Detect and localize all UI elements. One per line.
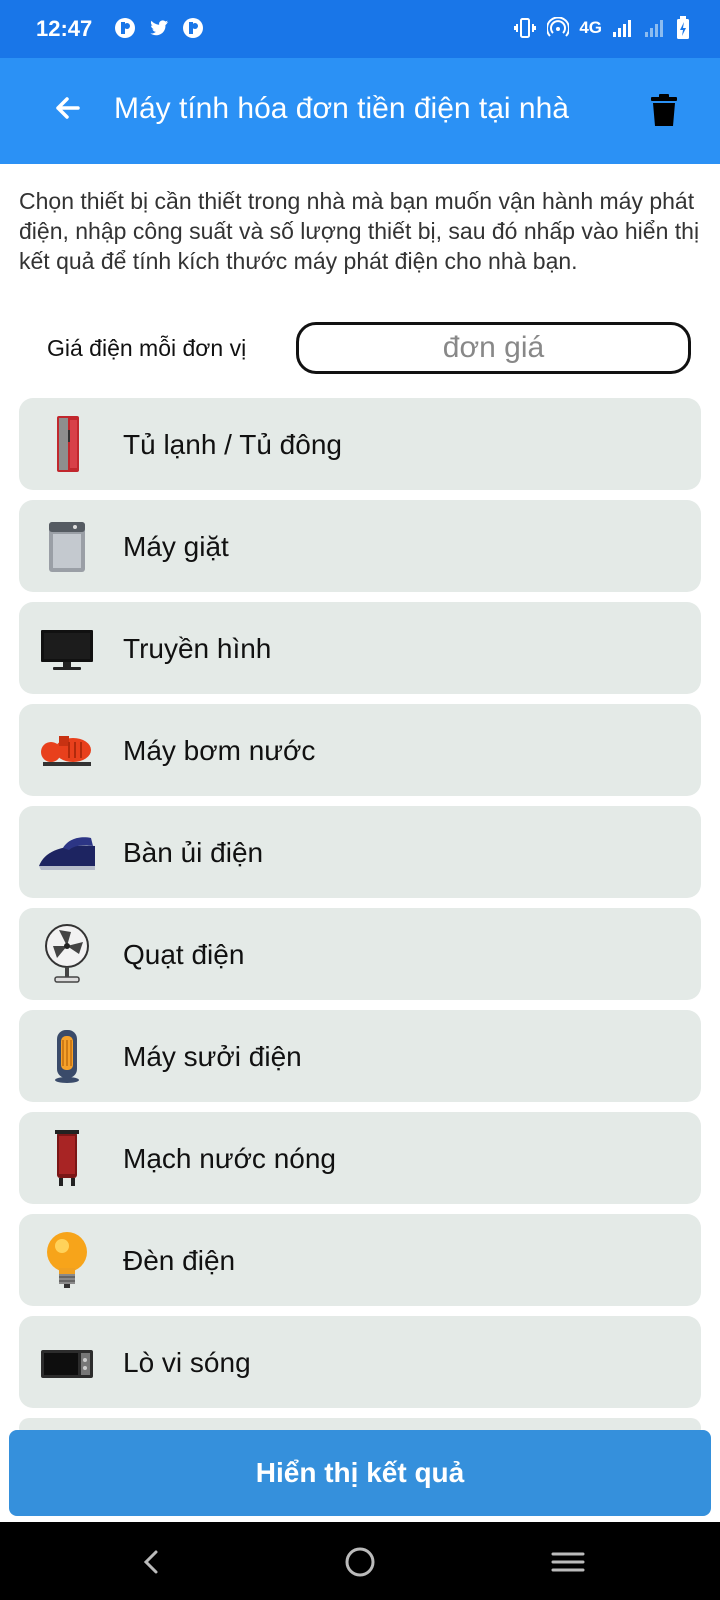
notification-icons	[114, 17, 204, 39]
trash-icon[interactable]	[650, 94, 678, 126]
appliance-label: Máy sưởi điện	[123, 1041, 302, 1072]
system-nav-bar	[0, 1522, 720, 1600]
vibrate-icon	[514, 18, 537, 38]
light-bulb-icon	[47, 1232, 87, 1288]
appliance-item-water-pump[interactable]: Máy bơm nước	[19, 704, 701, 796]
app-bar: Máy tính hóa đơn tiền điện tại nhà	[0, 58, 720, 164]
appliance-label: Máy giặt	[123, 531, 229, 562]
battery-charging-icon	[677, 16, 689, 39]
fridge-icon	[57, 416, 79, 472]
unit-price-input[interactable]	[296, 322, 691, 374]
signal-weak-icon	[645, 20, 663, 37]
status-time: 12:47	[36, 16, 93, 41]
heater-icon	[55, 1030, 79, 1083]
hotspot-icon	[547, 17, 570, 37]
notification-app-icon	[182, 17, 204, 39]
unit-price-row: Giá điện mỗi đơn vị	[0, 322, 720, 374]
water-heater-icon	[55, 1130, 79, 1186]
show-results-button[interactable]: Hiển thị kết quả	[9, 1430, 711, 1516]
appliance-item-water-heater[interactable]: Mạch nước nóng	[19, 1112, 701, 1204]
nav-recents-icon[interactable]	[548, 1542, 588, 1582]
signal-icon	[613, 20, 631, 37]
status-bar: 12:47 4G	[0, 0, 720, 58]
appliance-item-iron[interactable]: Bàn ủi điện	[19, 806, 701, 898]
appliance-item-light-bulb[interactable]: Đèn điện	[19, 1214, 701, 1306]
nav-back-icon[interactable]	[132, 1542, 172, 1582]
appliance-item-microwave[interactable]: Lò vi sóng	[19, 1316, 701, 1408]
appliance-label: Bàn ủi điện	[123, 837, 264, 868]
appliance-label: Lò vi sóng	[123, 1347, 251, 1378]
appliance-item-tv[interactable]: Truyền hình	[19, 602, 701, 694]
nav-home-icon[interactable]	[340, 1542, 380, 1582]
appliance-list: Tủ lạnh / Tủ đông Máy giặt Truyền hình M…	[19, 398, 701, 1448]
back-arrow-icon[interactable]	[48, 88, 88, 128]
appliance-item-fan[interactable]: Quạt điện	[19, 908, 701, 1000]
appliance-item-heater[interactable]: Máy sưởi điện	[19, 1010, 701, 1102]
network-type: 4G	[579, 18, 602, 37]
appliance-label: Máy bơm nước	[123, 735, 316, 766]
iron-icon	[39, 837, 95, 870]
appliance-item-fridge[interactable]: Tủ lạnh / Tủ đông	[19, 398, 701, 490]
appliance-label: Mạch nước nóng	[123, 1143, 336, 1174]
tv-icon	[41, 630, 93, 670]
water-pump-icon	[41, 736, 91, 766]
fan-icon	[45, 924, 89, 983]
appliance-label: Tủ lạnh / Tủ đông	[123, 429, 342, 460]
microwave-icon	[41, 1350, 93, 1378]
twitter-icon	[148, 17, 170, 39]
appliance-label: Đèn điện	[123, 1245, 236, 1276]
washing-machine-icon	[49, 522, 85, 572]
appliance-label: Truyền hình	[123, 633, 272, 664]
page-title: Máy tính hóa đơn tiền điện tại nhà	[114, 92, 569, 125]
appliance-label: Quạt điện	[123, 939, 245, 970]
unit-price-label: Giá điện mỗi đơn vị	[47, 335, 247, 361]
notification-app-icon	[114, 17, 136, 39]
intro-text: Chọn thiết bị cần thiết trong nhà mà bạn…	[19, 188, 700, 274]
status-right: 4G	[513, 16, 690, 40]
appliance-item-washing-machine[interactable]: Máy giặt	[19, 500, 701, 592]
